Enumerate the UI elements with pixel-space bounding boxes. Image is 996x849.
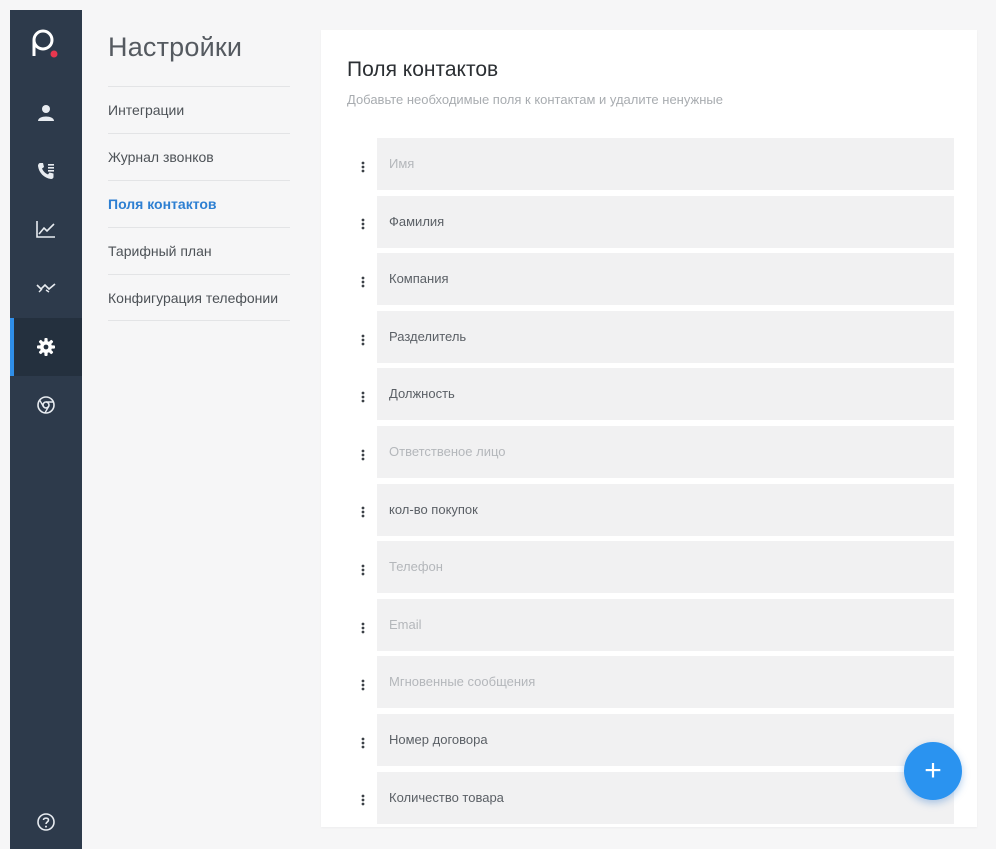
contact-field-input[interactable]: Разделитель xyxy=(377,310,954,363)
rail-statistics[interactable] xyxy=(10,200,82,258)
drag-handle-icon[interactable] xyxy=(349,256,377,308)
rail-call-log[interactable] xyxy=(10,142,82,200)
contact-field-input[interactable]: Ответственое лицо xyxy=(377,425,954,478)
app-logo[interactable] xyxy=(10,28,82,74)
contact-field-input[interactable]: Количество товара xyxy=(377,771,954,824)
help-icon xyxy=(37,813,55,831)
drag-handle-icon[interactable] xyxy=(349,141,377,193)
sidebar-rail xyxy=(10,10,82,849)
subnav-item-telephony-config[interactable]: Конфигурация телефонии xyxy=(108,274,290,321)
contact-field-input[interactable]: Мгновенные сообщения xyxy=(377,656,954,709)
field-row: Должность xyxy=(349,368,954,426)
field-row: Мгновенные сообщения xyxy=(349,656,954,714)
drag-handle-icon[interactable] xyxy=(349,486,377,538)
settings-subnav: Настройки Интеграции Журнал звонков Поля… xyxy=(108,26,290,321)
field-row: Номер договора xyxy=(349,713,954,772)
field-row: Телефон xyxy=(349,541,954,599)
subnav-item-call-log[interactable]: Журнал звонков xyxy=(108,133,290,180)
drag-handle-icon[interactable] xyxy=(349,602,377,654)
chart-line-icon xyxy=(36,221,55,238)
contact-field-input[interactable]: Компания xyxy=(377,253,954,306)
rail-help[interactable] xyxy=(10,798,82,846)
drag-handle-icon[interactable] xyxy=(349,717,377,769)
contact-field-input[interactable]: Телефон xyxy=(377,541,954,594)
rail-browser-extension[interactable] xyxy=(10,376,82,434)
fields-list: Имя Фамилия Компания Разделитель Должность От… xyxy=(349,138,954,829)
subnav-item-integrations[interactable]: Интеграции xyxy=(108,86,290,133)
drag-handle-icon[interactable] xyxy=(349,774,377,826)
rail-settings[interactable] xyxy=(10,318,82,376)
add-field-button[interactable]: + xyxy=(904,742,962,800)
drag-handle-icon[interactable] xyxy=(349,659,377,711)
subnav-item-tariff-plan[interactable]: Тарифный план xyxy=(108,227,290,274)
page-subtitle: Добавьте необходимые поля к контактам и … xyxy=(347,92,723,107)
settings-title: Настройки xyxy=(108,32,243,62)
contact-field-input[interactable]: Имя xyxy=(377,138,954,190)
field-row: Email xyxy=(349,598,954,657)
chrome-icon xyxy=(37,396,55,414)
subnav-item-contact-fields[interactable]: Поля контактов xyxy=(108,180,290,227)
field-row: Компания xyxy=(349,253,954,311)
field-row: Количество товара xyxy=(349,771,954,830)
drag-handle-icon[interactable] xyxy=(349,198,377,250)
field-row: Фамилия xyxy=(349,195,954,254)
contact-field-input[interactable]: Фамилия xyxy=(377,195,954,248)
field-row: Ответственое лицо xyxy=(349,425,954,484)
logo-icon xyxy=(32,29,58,58)
contact-field-input[interactable]: Номер договора xyxy=(377,713,954,766)
field-row: Разделитель xyxy=(349,310,954,369)
contact-field-input[interactable]: Должность xyxy=(377,368,954,421)
drag-handle-icon[interactable] xyxy=(349,371,377,423)
contact-fields-card: Поля контактов Добавьте необходимые поля… xyxy=(321,30,977,827)
contact-field-input[interactable]: кол-во покупок xyxy=(377,483,954,536)
drag-handle-icon[interactable] xyxy=(349,429,377,481)
user-icon xyxy=(38,105,54,121)
rail-analytics[interactable] xyxy=(10,258,82,316)
page-title: Поля контактов xyxy=(347,58,499,81)
call-log-icon xyxy=(38,163,54,179)
drag-handle-icon[interactable] xyxy=(349,314,377,366)
field-row: Имя xyxy=(349,138,954,196)
rail-contacts[interactable] xyxy=(10,84,82,142)
drag-handle-icon[interactable] xyxy=(349,544,377,596)
contact-field-input[interactable]: Email xyxy=(377,598,954,651)
field-row: кол-во покупок xyxy=(349,483,954,542)
pulse-icon xyxy=(36,283,56,293)
settings-gear-icon xyxy=(37,338,55,356)
